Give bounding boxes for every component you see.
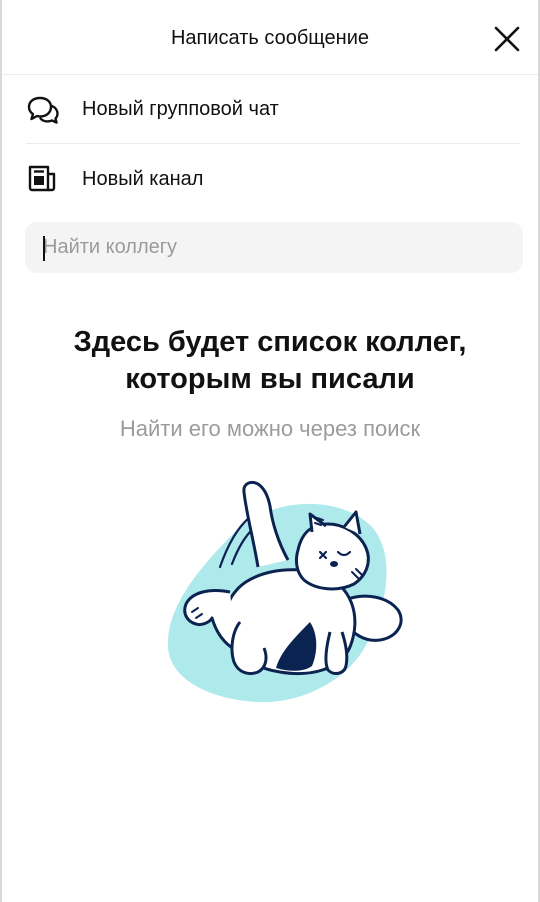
new-group-chat-item[interactable]: Новый групповой чат bbox=[26, 76, 520, 144]
search-input[interactable] bbox=[43, 236, 523, 259]
new-message-dialog: Написать сообщение Новый групповой чат Н… bbox=[0, 0, 540, 902]
search-field[interactable] bbox=[25, 222, 523, 273]
new-channel-item[interactable]: Новый канал bbox=[26, 145, 520, 213]
empty-state-subtitle: Найти его можно через поиск bbox=[119, 416, 421, 441]
new-channel-label: Новый канал bbox=[82, 167, 204, 190]
empty-state-title-line2: которым вы писали bbox=[125, 363, 415, 395]
empty-state-title-line1: Здесь будет список коллег, bbox=[73, 326, 467, 358]
close-icon bbox=[494, 26, 520, 52]
close-button[interactable] bbox=[490, 22, 524, 56]
empty-state-title: Здесь будет список коллег, которым вы пи… bbox=[2, 324, 538, 398]
sleeping-cat-illustration bbox=[167, 480, 403, 703]
text-cursor bbox=[43, 236, 45, 261]
new-group-chat-label: Новый групповой чат bbox=[82, 98, 279, 120]
chat-bubbles-icon bbox=[27, 96, 59, 124]
dialog-header: Написать сообщение bbox=[2, 0, 538, 75]
dialog-title: Написать сообщение bbox=[170, 27, 369, 49]
newspaper-icon bbox=[28, 165, 56, 192]
